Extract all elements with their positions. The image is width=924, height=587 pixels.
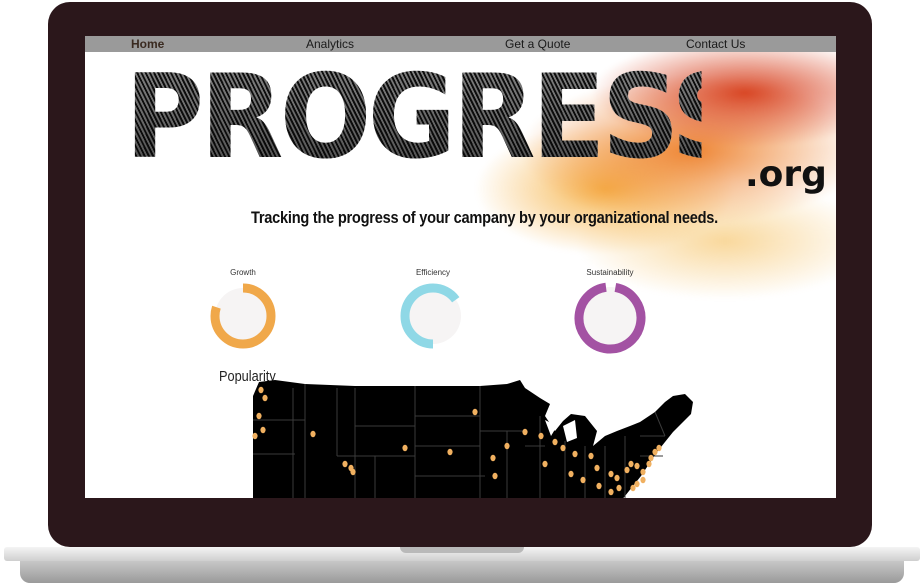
popularity-marker <box>262 394 268 402</box>
laptop-notch <box>400 547 524 553</box>
laptop-base-edge <box>20 561 904 583</box>
gauge-growth: Growth <box>203 268 283 349</box>
popularity-marker <box>538 432 544 440</box>
popularity-marker <box>580 476 586 484</box>
popularity-marker <box>504 442 510 450</box>
popularity-marker <box>640 476 646 484</box>
popularity-marker <box>402 444 408 452</box>
popularity-marker <box>656 444 662 452</box>
site-logo[interactable]: PROGRESS <box>125 58 702 178</box>
popularity-marker <box>630 484 636 492</box>
popularity-marker <box>258 386 264 394</box>
popularity-marker <box>472 408 478 416</box>
popularity-marker <box>588 452 594 460</box>
gauge-sustainability: Sustainability <box>568 268 652 354</box>
tagline: Tracking the progress of your campany by… <box>251 208 718 227</box>
gauge-ring <box>574 282 646 354</box>
popularity-marker <box>568 470 574 478</box>
popularity-marker <box>596 482 602 490</box>
popularity-marker <box>608 470 614 478</box>
popularity-marker <box>252 432 258 440</box>
popularity-marker <box>608 488 614 496</box>
gauge-efficiency: Efficiency <box>393 268 473 349</box>
popularity-marker <box>628 460 634 468</box>
popularity-marker <box>648 454 654 462</box>
popularity-marker <box>310 430 316 438</box>
popularity-marker <box>350 468 356 476</box>
screen: Home Analytics Get a Quote Contact Us PR… <box>85 36 836 498</box>
popularity-marker <box>552 438 558 446</box>
us-map-landmass <box>253 380 693 498</box>
us-map[interactable] <box>245 376 725 498</box>
popularity-marker <box>572 450 578 458</box>
popularity-marker <box>542 460 548 468</box>
popularity-marker <box>342 460 348 468</box>
popularity-marker <box>522 428 528 436</box>
popularity-marker <box>492 472 498 480</box>
popularity-marker <box>640 468 646 476</box>
popularity-marker <box>256 412 262 420</box>
popularity-marker <box>594 464 600 472</box>
popularity-marker <box>614 474 620 482</box>
popularity-marker <box>260 426 266 434</box>
site-logo-suffix: .org <box>745 154 827 195</box>
popularity-marker <box>490 454 496 462</box>
popularity-marker <box>560 444 566 452</box>
popularity-marker <box>652 448 658 456</box>
popularity-marker <box>646 460 652 468</box>
gauge-ring <box>210 283 276 349</box>
popularity-marker <box>634 480 640 488</box>
popularity-marker <box>634 462 640 470</box>
gauge-ring <box>400 283 466 349</box>
popularity-marker <box>624 466 630 474</box>
popularity-marker <box>616 484 622 492</box>
popularity-marker <box>447 448 453 456</box>
